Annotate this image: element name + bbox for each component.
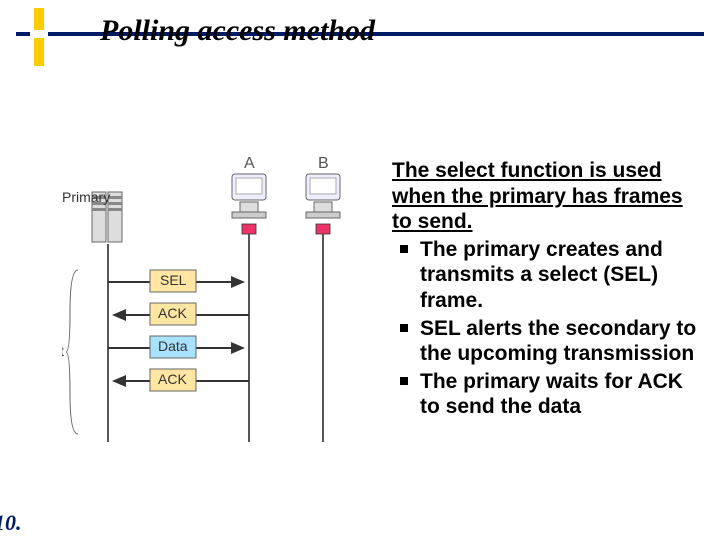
- slide-title: Polling access method: [100, 14, 375, 48]
- bullet-item: SEL alerts the secondary to the upcoming…: [392, 316, 702, 367]
- bullet-list: The primary creates and transmits a sele…: [392, 237, 702, 420]
- frame-sel-text: SEL: [160, 272, 187, 288]
- station-a-icon: [232, 174, 266, 218]
- slide-title-block: Polling access method: [16, 8, 704, 68]
- tap-b: [316, 224, 330, 234]
- station-a-label: A: [244, 155, 255, 172]
- primary-label: Primary: [62, 189, 110, 205]
- polling-diagram: Primary A B Select SEL ACK Data: [62, 152, 378, 456]
- page-number: 10.: [0, 510, 22, 536]
- bullet-item: The primary waits for ACK to send the da…: [392, 369, 702, 420]
- bullet-item: The primary creates and transmits a sele…: [392, 237, 702, 314]
- title-accent: [16, 32, 30, 36]
- content-text: The select function is used when the pri…: [392, 158, 702, 422]
- frame-ack1-text: ACK: [158, 305, 187, 321]
- frame-data-text: Data: [158, 338, 188, 354]
- station-b-icon: [306, 174, 340, 218]
- title-accent: [34, 8, 44, 30]
- tap-a: [242, 224, 256, 234]
- select-brace: [66, 270, 78, 434]
- title-accent: [34, 38, 44, 66]
- select-label: Select: [62, 343, 64, 359]
- station-b-label: B: [318, 155, 329, 172]
- frame-ack2-text: ACK: [158, 371, 187, 387]
- lead-sentence: The select function is used when the pri…: [392, 158, 702, 235]
